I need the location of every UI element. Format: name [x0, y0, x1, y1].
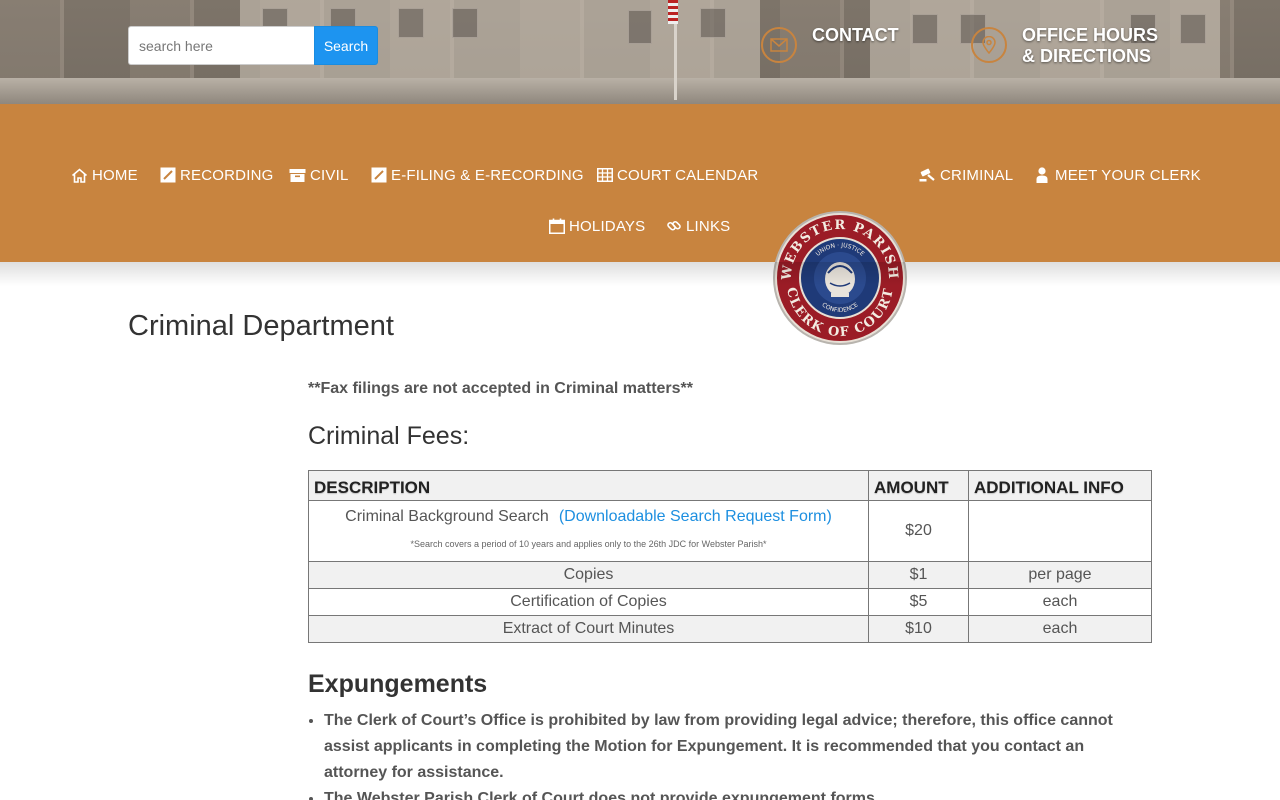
nav-criminal[interactable]: CRIMINAL — [919, 165, 1013, 185]
table-cell-amount: $20 — [868, 500, 969, 562]
background-search-label: Criminal Background Search — [345, 507, 549, 525]
table-row: Certification of Copies $5 each — [308, 588, 1152, 616]
nav-recording[interactable]: RECORDING — [160, 165, 273, 185]
table-cell-amount: $10 — [868, 615, 969, 643]
archive-box-icon — [289, 168, 306, 182]
table-row: Extract of Court Minutes $10 each — [308, 615, 1152, 643]
column-header-amount: AMOUNT — [868, 470, 969, 501]
table-cell-info — [968, 500, 1152, 562]
table-cell-info: per page — [968, 561, 1152, 589]
nav-links-label: LINKS — [686, 217, 731, 235]
nav-home[interactable]: HOME — [71, 165, 138, 185]
map-pin-icon — [971, 27, 1007, 63]
search-input[interactable] — [128, 26, 314, 65]
table-cell-info: each — [968, 588, 1152, 616]
nav-holidays[interactable]: HOLIDAYS — [549, 216, 645, 236]
table-cell-description: Copies — [308, 561, 869, 589]
list-item: The Clerk of Court’s Office is prohibite… — [324, 708, 1124, 786]
expungements-list: The Clerk of Court’s Office is prohibite… — [324, 708, 1124, 800]
nav-meet-your-clerk-label: MEET YOUR CLERK — [1055, 166, 1201, 184]
pencil-icon — [160, 167, 176, 183]
contact-link[interactable]: CONTACT — [761, 25, 899, 63]
home-icon — [71, 167, 88, 183]
search-form: Search — [128, 26, 378, 65]
header-photo-band: Search CONTACT OFFICE HOURS & DIRECTIONS — [0, 0, 1280, 104]
page-title: Criminal Department — [128, 310, 394, 342]
table-cell-description: Criminal Background Search (Downloadable … — [308, 500, 869, 562]
nav-efiling-label: E-FILING & E-RECORDING — [391, 166, 584, 184]
column-header-additional-info: ADDITIONAL INFO — [968, 470, 1152, 501]
list-item: The Webster Parish Clerk of Court does n… — [324, 786, 1124, 800]
table-cell-amount: $1 — [868, 561, 969, 589]
fees-heading: Criminal Fees: — [308, 422, 470, 450]
search-request-form-link[interactable]: (Downloadable Search Request Form) — [559, 508, 832, 525]
background-search-line: Criminal Background Search (Downloadable … — [309, 508, 868, 526]
contact-label: CONTACT — [812, 25, 899, 45]
office-hours-link[interactable]: OFFICE HOURS & DIRECTIONS — [971, 25, 1158, 67]
nav-recording-label: RECORDING — [180, 166, 274, 184]
nav-court-calendar[interactable]: COURT CALENDAR — [597, 165, 758, 185]
office-hours-label: OFFICE HOURS & DIRECTIONS — [1022, 25, 1159, 66]
table-cell-info: each — [968, 615, 1152, 643]
nav-shadow — [0, 262, 1280, 286]
calendar-icon — [549, 218, 565, 234]
person-icon — [1036, 167, 1048, 183]
gavel-icon — [919, 168, 935, 182]
fees-table-header-row: DESCRIPTION AMOUNT ADDITIONAL INFO — [308, 470, 1152, 501]
table-grid-icon — [597, 168, 613, 182]
nav-meet-your-clerk[interactable]: MEET YOUR CLERK — [1036, 165, 1201, 185]
nav-holidays-label: HOLIDAYS — [569, 217, 646, 235]
table-cell-description: Certification of Copies — [308, 588, 869, 616]
main-navigation: HOME RECORDING CIVIL E-FILING & E-RECORD… — [0, 104, 1280, 345]
nav-efiling[interactable]: E-FILING & E-RECORDING — [371, 165, 584, 185]
table-cell-description: Extract of Court Minutes — [308, 615, 869, 643]
link-icon — [667, 220, 681, 231]
expungements-heading: Expungements — [308, 670, 488, 698]
search-button[interactable]: Search — [314, 26, 378, 65]
nav-civil[interactable]: CIVIL — [289, 165, 349, 185]
nav-criminal-label: CRIMINAL — [940, 166, 1014, 184]
envelope-icon — [761, 27, 797, 63]
table-row: Criminal Background Search (Downloadable … — [308, 500, 1152, 562]
nav-civil-label: CIVIL — [310, 166, 349, 184]
column-header-description: DESCRIPTION — [308, 470, 869, 501]
table-cell-amount: $5 — [868, 588, 969, 616]
background-search-note: *Search covers a period of 10 years and … — [410, 538, 767, 549]
table-row: Copies $1 per page — [308, 561, 1152, 589]
pencil-icon — [371, 167, 387, 183]
nav-links[interactable]: LINKS — [666, 216, 730, 236]
fax-notice: **Fax filings are not accepted in Crimin… — [308, 380, 694, 397]
fees-table: DESCRIPTION AMOUNT ADDITIONAL INFO Crimi… — [308, 470, 1152, 643]
nav-court-calendar-label: COURT CALENDAR — [617, 166, 759, 184]
nav-home-label: HOME — [92, 166, 138, 184]
